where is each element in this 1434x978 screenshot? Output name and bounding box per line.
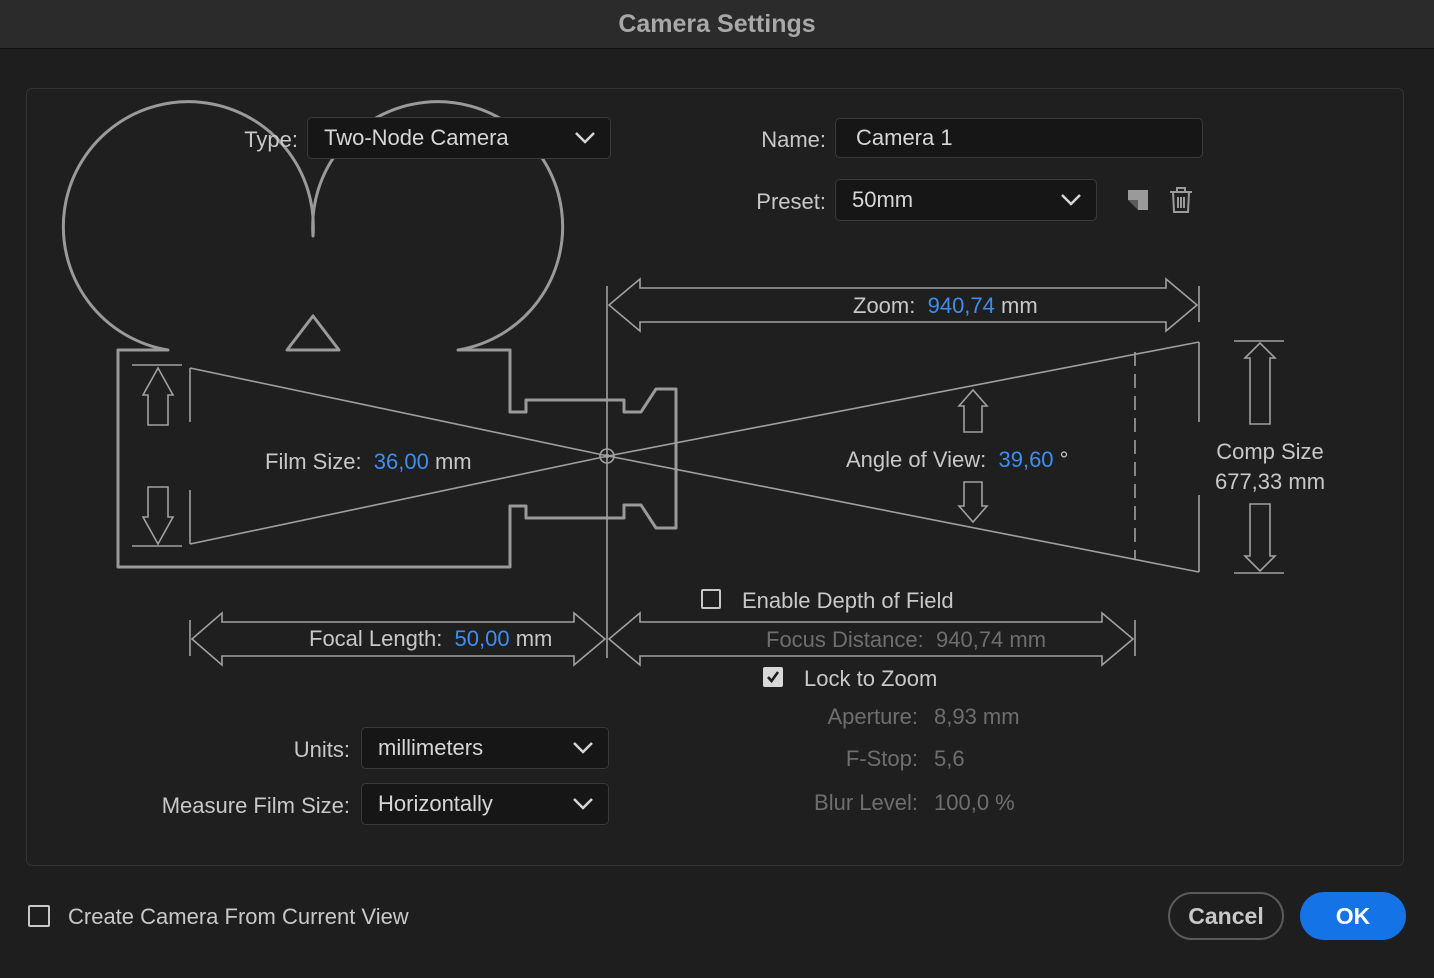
blur-level-value: 100,0 % (934, 790, 1015, 815)
aperture-value: 8,93 mm (934, 704, 1020, 729)
chevron-down-icon (573, 742, 593, 754)
units-dropdown[interactable]: millimeters (361, 727, 609, 769)
focus-distance-readout: Focus Distance: 940,74 mm (766, 627, 1046, 653)
lock-to-zoom-label[interactable]: Lock to Zoom (804, 666, 937, 692)
cancel-button[interactable]: Cancel (1168, 892, 1284, 940)
camera-triangle (285, 314, 341, 352)
film-size-value[interactable]: 36,00 (374, 449, 429, 474)
fstop-label: F-Stop: (845, 746, 918, 771)
zoom-readout[interactable]: Zoom: 940,74 mm (853, 293, 1038, 319)
focus-distance-label: Focus Distance: (766, 627, 924, 652)
depth-of-field-label[interactable]: Enable Depth of Field (742, 588, 954, 614)
focus-distance-value: 940,74 mm (935, 627, 1047, 652)
create-from-view-label[interactable]: Create Camera From Current View (68, 904, 409, 930)
depth-of-field-checkbox[interactable] (701, 589, 721, 609)
zoom-value[interactable]: 940,74 (928, 293, 995, 318)
angle-of-view-label: Angle of View: (846, 447, 987, 472)
angle-of-view-readout[interactable]: Angle of View: 39,60 ° (846, 447, 1068, 473)
lock-to-zoom-checkbox[interactable] (763, 667, 783, 687)
preset-label: Preset: (756, 189, 826, 214)
film-size-unit: mm (434, 449, 472, 474)
focal-length-value[interactable]: 50,00 (455, 626, 510, 651)
film-size-label: Film Size: (265, 449, 362, 474)
comp-size-value: 677,33 mm (1214, 469, 1326, 494)
blur-level-label: Blur Level: (814, 790, 918, 815)
angle-of-view-value[interactable]: 39,60 (998, 447, 1053, 472)
type-label: Type: (244, 127, 298, 152)
ok-button[interactable]: OK (1300, 892, 1406, 940)
checkmark-icon (767, 671, 780, 684)
measure-film-size-dropdown[interactable]: Horizontally (361, 783, 609, 825)
aperture-label: Aperture: (827, 704, 919, 729)
zoom-label: Zoom: (853, 293, 916, 318)
focal-length-label: Focal Length: (309, 626, 443, 651)
chevron-down-icon (575, 132, 595, 144)
focal-length-unit: mm (515, 626, 553, 651)
comp-size-label: Comp Size (1216, 439, 1324, 464)
name-label: Name: (761, 127, 826, 152)
type-value: Two-Node Camera (324, 125, 509, 150)
zoom-unit: mm (1001, 293, 1038, 318)
name-value: Camera 1 (856, 125, 953, 150)
measure-film-size-label: Measure Film Size: (161, 793, 350, 818)
preset-value: 50mm (852, 187, 914, 212)
trash-icon[interactable] (1168, 186, 1194, 214)
camera-body-outline (61, 100, 678, 569)
name-field[interactable]: Camera 1 (835, 118, 1203, 158)
units-value: millimeters (378, 735, 484, 760)
preset-dropdown[interactable]: 50mm (835, 179, 1097, 221)
film-size-readout[interactable]: Film Size: 36,00 mm (265, 449, 472, 475)
chevron-down-icon (1061, 194, 1081, 206)
measure-film-size-value: Horizontally (378, 791, 493, 816)
angle-of-view-unit: ° (1059, 447, 1069, 472)
comp-size-readout: Comp Size 677,33 mm (1205, 437, 1335, 497)
fstop-value: 5,6 (934, 746, 965, 771)
type-dropdown[interactable]: Two-Node Camera (307, 117, 611, 159)
units-label: Units: (293, 737, 350, 762)
save-preset-icon[interactable] (1124, 188, 1152, 214)
focal-length-readout[interactable]: Focal Length: 50,00 mm (309, 626, 552, 652)
create-from-view-checkbox[interactable] (28, 905, 50, 927)
chevron-down-icon (573, 798, 593, 810)
